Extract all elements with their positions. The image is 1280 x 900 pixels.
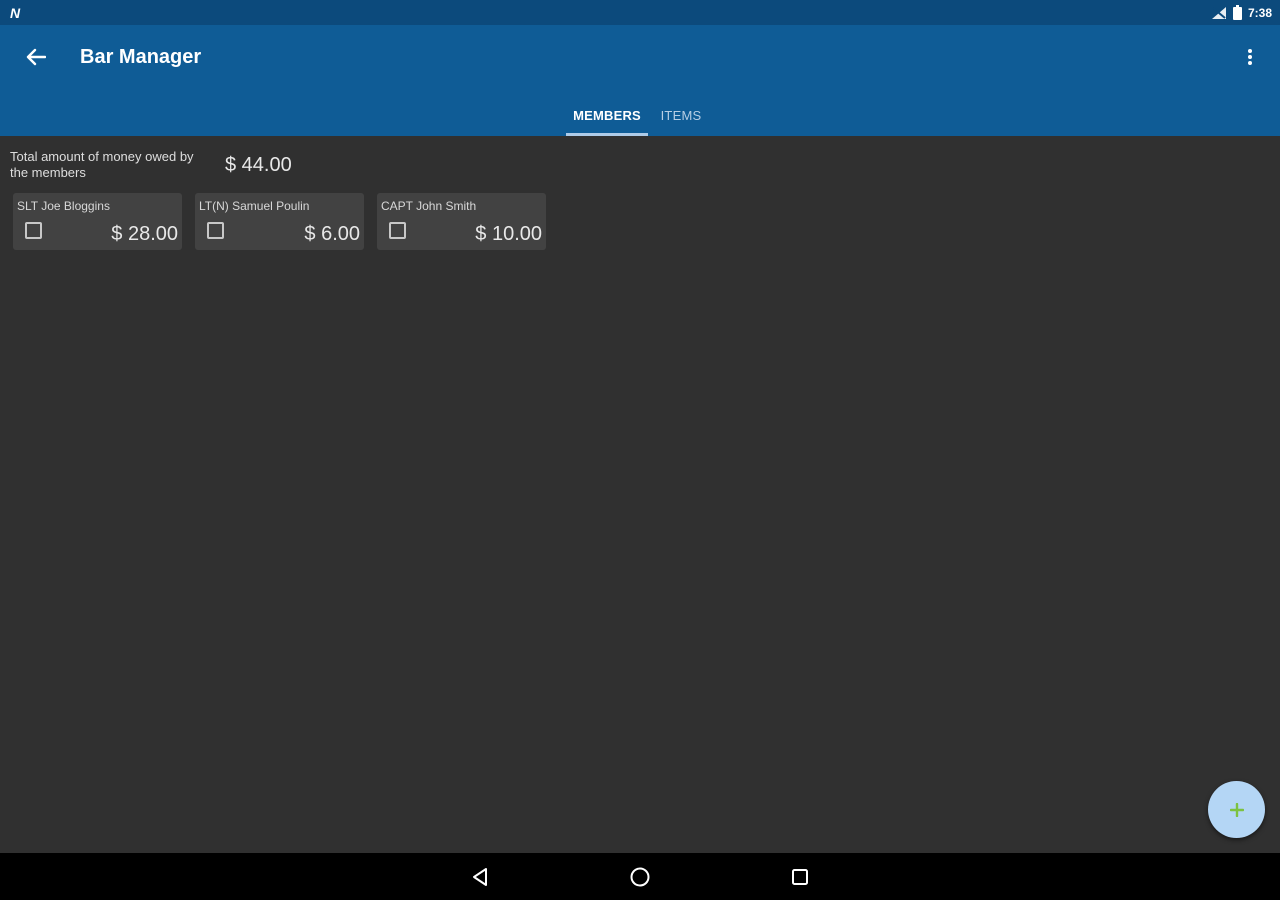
add-icon <box>1229 802 1244 817</box>
member-name: SLT Joe Bloggins <box>17 199 110 213</box>
system-nav-bar <box>0 853 1280 900</box>
nav-back-button[interactable] <box>460 857 500 897</box>
member-list: SLT Joe Bloggins $ 28.00 LT(N) Samuel Po… <box>13 193 546 250</box>
member-checkbox[interactable] <box>207 222 224 239</box>
overflow-menu-button[interactable] <box>1234 39 1266 75</box>
member-amount: $ 6.00 <box>304 223 360 245</box>
member-card[interactable]: SLT Joe Bloggins $ 28.00 <box>13 193 182 250</box>
members-panel: Total amount of money owed by the member… <box>0 136 1280 853</box>
member-amount: $ 28.00 <box>111 223 178 245</box>
n-logo-icon: N <box>10 4 21 21</box>
status-bar: N 7:38 <box>0 0 1280 25</box>
tab-bar: MEMBERS ITEMS <box>0 95 1280 136</box>
add-member-button[interactable] <box>1208 781 1265 838</box>
back-triangle-icon <box>473 867 487 886</box>
battery-icon <box>1232 5 1242 20</box>
total-amount: $ 44.00 <box>225 153 292 176</box>
nav-recents-button[interactable] <box>780 857 820 897</box>
tab-items[interactable]: ITEMS <box>648 95 714 136</box>
member-checkbox[interactable] <box>389 222 406 239</box>
total-summary: Total amount of money owed by the member… <box>10 149 292 181</box>
member-name: LT(N) Samuel Poulin <box>199 199 310 213</box>
tab-members[interactable]: MEMBERS <box>566 95 648 136</box>
total-label: Total amount of money owed by the member… <box>10 149 194 180</box>
status-time: 7:38 <box>1247 5 1272 20</box>
app-bar: Bar Manager MEMBERS ITEMS <box>0 25 1280 136</box>
member-card[interactable]: LT(N) Samuel Poulin $ 6.00 <box>195 193 364 250</box>
more-vert-icon <box>1248 49 1252 65</box>
member-checkbox[interactable] <box>25 222 42 239</box>
nav-home-button[interactable] <box>620 857 660 897</box>
recents-square-icon <box>792 868 808 885</box>
home-circle-icon <box>630 867 650 886</box>
member-amount: $ 10.00 <box>475 223 542 245</box>
back-button[interactable] <box>18 39 54 75</box>
page-title: Bar Manager <box>80 46 202 68</box>
member-name: CAPT John Smith <box>381 199 477 213</box>
member-card[interactable]: CAPT John Smith $ 10.00 <box>377 193 546 250</box>
arrow-back-icon <box>26 48 46 66</box>
signal-off-icon <box>1211 6 1226 19</box>
